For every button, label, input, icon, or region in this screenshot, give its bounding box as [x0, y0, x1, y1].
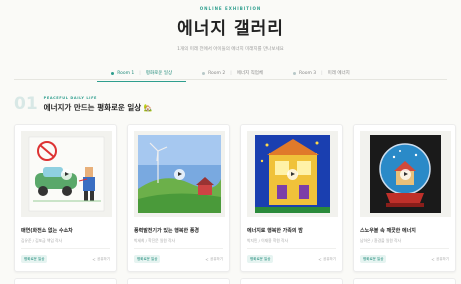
card-title: 풍력발전기가 있는 행복한 풍경 — [134, 228, 200, 234]
play-icon[interactable] — [174, 168, 185, 180]
play-icon[interactable] — [400, 168, 411, 180]
artwork-card[interactable]: 에너지로 행복한 가족의 밤 박지민 / 이재용 학원 작사 평화로운 일상 <… — [240, 124, 343, 272]
tab-room-label: Room 1 — [117, 70, 135, 76]
share-button[interactable]: < 공유하기 — [431, 257, 449, 262]
section-number: 01 — [14, 94, 38, 114]
card-title: 매연(화전소 없는 수소차 — [21, 228, 73, 234]
card-meta: 남하은 / 환경을 일원 작사 — [360, 238, 402, 243]
next-row-cards — [14, 278, 456, 284]
card-meta: 박세희 / 학진문 일원 작사 — [134, 238, 176, 243]
section-heading: 01 PEACEFUL DAILY LIFE 에너지가 만드는 평화로운 일상 … — [14, 96, 153, 113]
section-title-text: 에너지가 만드는 평화로운 일상 — [43, 103, 142, 112]
artwork-thumbnail[interactable] — [247, 131, 338, 217]
card-meta: 박지민 / 이재용 학원 작사 — [247, 238, 289, 243]
category-badge: 평화로운 일상 — [360, 255, 387, 263]
house-icon: 🏡 — [143, 104, 153, 112]
play-icon[interactable] — [61, 168, 72, 180]
artwork-card-partial[interactable] — [353, 278, 456, 284]
tab-room-label: Room 2 — [208, 70, 226, 76]
share-icon: < — [205, 256, 209, 262]
card-meta: 김유준 / 김포금 책임 작사 — [21, 238, 63, 243]
card-title: 에너지로 행복한 가족의 밤 — [247, 228, 303, 234]
share-label: 공유하기 — [210, 256, 223, 261]
artwork-card-partial[interactable] — [240, 278, 343, 284]
category-badge: 평화로운 일상 — [21, 255, 48, 263]
section-eyebrow: PEACEFUL DAILY LIFE — [43, 96, 98, 100]
dot-icon — [111, 71, 115, 75]
dot-icon — [293, 71, 297, 75]
section-title: 에너지가 만드는 평화로운 일상 🏡 — [44, 102, 153, 113]
tab-label: 평화로운 일상 — [145, 71, 173, 76]
artwork-card[interactable]: 스노우볼 속 깨끗한 에너지 남하은 / 환경을 일원 작사 평화로운 일상 <… — [353, 124, 456, 272]
artwork-card[interactable]: 풍력발전기가 있는 행복한 풍경 박세희 / 학진문 일원 작사 평화로운 일상… — [127, 124, 230, 272]
tab-label: 에너지 직업체 — [236, 71, 264, 76]
share-button[interactable]: < 공유하기 — [92, 257, 110, 262]
category-badge: 평화로운 일상 — [134, 255, 161, 263]
share-label: 공유하기 — [323, 256, 336, 261]
page-header: ONLINE EXHIBITION 에너지 갤러리 1개의 미래 전에서 아이들… — [0, 0, 461, 52]
artwork-grid: 매연(화전소 없는 수소차 김유준 / 김포금 책임 작사 평화로운 일상 < … — [14, 124, 456, 272]
page-title: 에너지 갤러리 — [177, 19, 284, 39]
artwork-card-partial[interactable] — [127, 278, 230, 284]
share-icon: < — [431, 256, 435, 262]
dot-icon — [202, 71, 206, 75]
tab-label: 미래 에너지 — [327, 71, 350, 76]
header-eyebrow: ONLINE EXHIBITION — [199, 6, 262, 11]
play-icon[interactable] — [287, 168, 298, 180]
tabs-divider — [14, 79, 447, 80]
artwork-card-partial[interactable] — [14, 278, 117, 284]
share-button[interactable]: < 공유하기 — [205, 257, 223, 262]
tab-room-label: Room 3 — [299, 70, 317, 76]
category-badge: 평화로운 일상 — [247, 255, 274, 263]
artwork-thumbnail[interactable] — [21, 131, 112, 217]
share-label: 공유하기 — [436, 256, 449, 261]
page-subtitle: 1개의 미래 전에서 아이들의 에너지 미래지를 만나보세요 — [177, 47, 284, 52]
card-title: 스노우볼 속 깨끗한 에너지 — [360, 228, 416, 234]
artwork-thumbnail[interactable] — [134, 131, 225, 217]
artwork-thumbnail[interactable] — [360, 131, 451, 217]
share-icon: < — [318, 256, 322, 262]
share-icon: < — [92, 256, 96, 262]
share-label: 공유하기 — [97, 256, 110, 261]
share-button[interactable]: < 공유하기 — [318, 257, 336, 262]
artwork-card[interactable]: 매연(화전소 없는 수소차 김유준 / 김포금 책임 작사 평화로운 일상 < … — [14, 124, 117, 272]
